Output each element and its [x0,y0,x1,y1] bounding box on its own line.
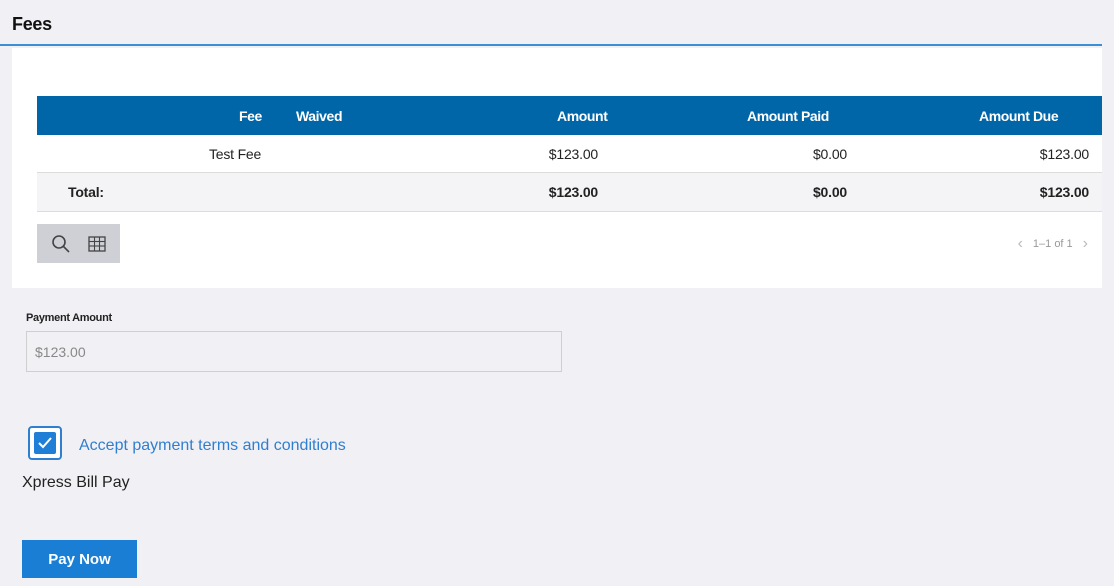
table-total-row: Total: $123.00 $0.00 $123.00 [37,173,1102,212]
pay-now-button[interactable]: Pay Now [22,540,137,578]
total-amount-paid: $0.00 [812,184,847,200]
cell-amount-paid: $0.00 [812,146,847,162]
section-header: Fees [0,0,1102,46]
fees-card: Fee Waived Amount Amount Paid Amount Due… [12,48,1102,288]
column-header-waived[interactable]: Waived [296,108,343,124]
section-title: Fees [12,14,52,34]
terms-checkbox[interactable] [28,426,62,460]
total-label: Total: [68,184,104,200]
cell-fee: Test Fee [209,146,262,162]
cell-amount-due: $123.00 [1039,146,1089,162]
column-header-fee[interactable]: Fee [239,108,262,124]
pagination: ‹ 1–1 of 1 › [1018,236,1088,252]
table-toolbar [37,224,120,263]
chevron-left-icon[interactable]: ‹ [1018,236,1023,252]
table-row[interactable]: Test Fee $123.00 $0.00 $123.00 [37,135,1102,173]
grid-icon[interactable] [85,232,109,256]
column-header-amount-due[interactable]: Amount Due [979,108,1059,124]
total-amount: $123.00 [548,184,598,200]
column-header-amount[interactable]: Amount [557,108,608,124]
check-icon [34,432,56,454]
payment-amount-input[interactable] [26,331,562,372]
fees-table: Fee Waived Amount Amount Paid Amount Due… [37,96,1102,212]
terms-label[interactable]: Accept payment terms and conditions [79,437,346,455]
search-icon[interactable] [49,232,73,256]
payment-provider: Xpress Bill Pay [22,474,130,491]
column-header-amount-paid[interactable]: Amount Paid [747,108,829,124]
pagination-range: 1–1 of 1 [1032,238,1073,250]
payment-amount-label: Payment Amount [26,312,112,324]
cell-amount: $123.00 [548,146,598,162]
chevron-right-icon[interactable]: › [1083,236,1088,252]
table-header: Fee Waived Amount Amount Paid Amount Due [37,96,1102,135]
total-amount-due: $123.00 [1039,184,1089,200]
